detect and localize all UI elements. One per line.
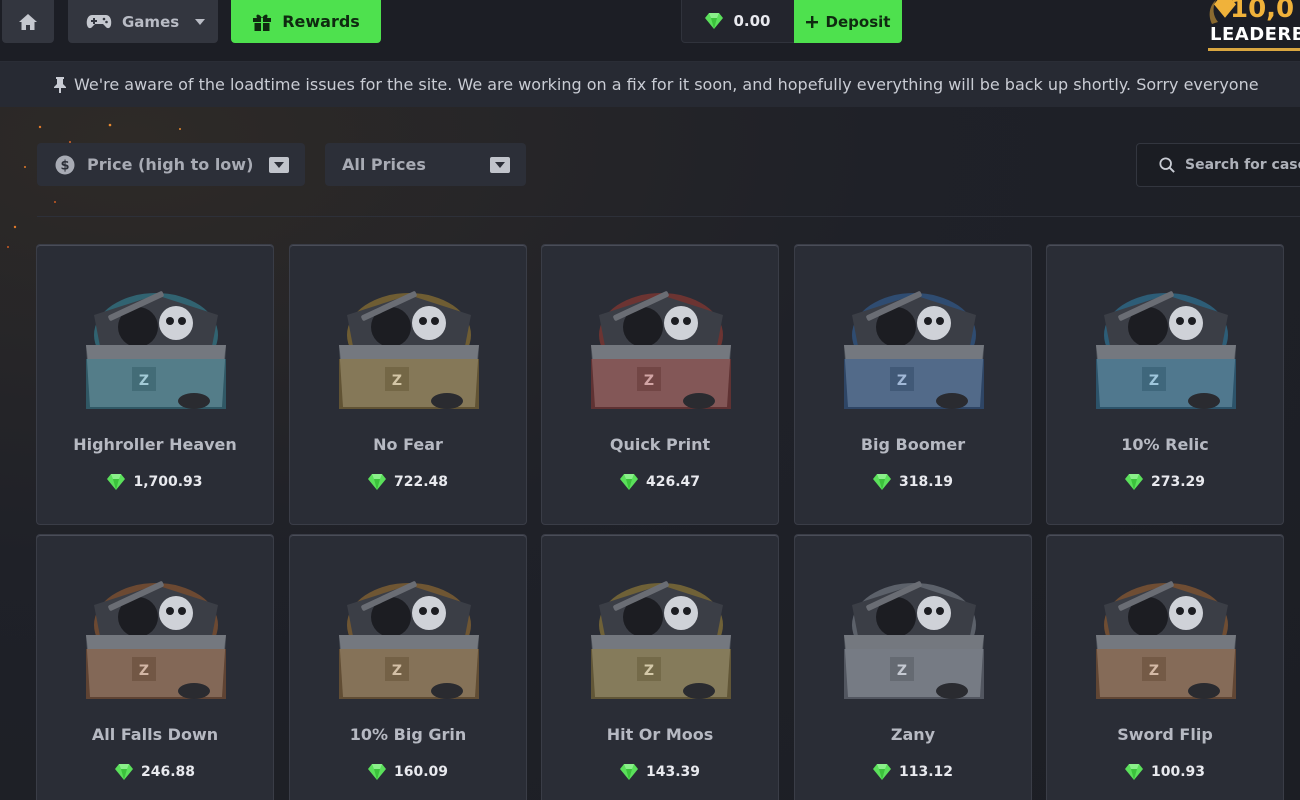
case-image: Z: [591, 581, 731, 699]
case-price: 426.47: [542, 474, 778, 490]
case-name: 10% Big Grin: [349, 725, 467, 744]
pin-icon: [54, 76, 66, 93]
gem-icon: [705, 13, 724, 29]
case-price: 100.93: [1047, 764, 1283, 780]
gem-icon: [107, 474, 126, 490]
gem-icon: [114, 764, 133, 780]
search-input[interactable]: [1185, 157, 1300, 173]
case-name: No Fear: [373, 435, 443, 454]
gem-icon: [1124, 764, 1143, 780]
gamepad-icon: [86, 14, 112, 28]
case-image: Z: [86, 581, 226, 699]
case-name: Quick Print: [609, 435, 711, 454]
gift-icon: [253, 14, 272, 31]
deposit-label: Deposit: [825, 12, 891, 31]
announcement-bar: We're aware of the loadtime issues for t…: [0, 62, 1300, 107]
case-image: Z: [339, 581, 479, 699]
case-name: Zany: [890, 725, 936, 744]
case-price-amount: 100.93: [1150, 764, 1206, 780]
case-card[interactable]: Z All Falls Down 246.88: [36, 534, 274, 800]
case-price-amount: 1,700.93: [133, 474, 203, 490]
gem-icon: [367, 764, 386, 780]
games-dropdown[interactable]: Games: [68, 0, 218, 43]
deposit-button[interactable]: Deposit: [794, 0, 902, 43]
sort-label: Price (high to low): [87, 155, 254, 174]
caret-down-icon: [490, 157, 510, 173]
gem-icon: [619, 474, 638, 490]
case-name: Hit Or Moos: [606, 725, 714, 744]
case-card[interactable]: Z No Fear 722.48: [289, 244, 527, 525]
gem-icon: [619, 764, 638, 780]
case-card[interactable]: Z Quick Print 426.47: [541, 244, 779, 525]
announcement-text: We're aware of the loadtime issues for t…: [74, 75, 1259, 94]
rewards-button[interactable]: Rewards: [231, 0, 381, 43]
case-price-amount: 246.88: [140, 764, 196, 780]
case-card[interactable]: Z Sword Flip 100.93: [1046, 534, 1284, 800]
search-icon: [1159, 157, 1175, 173]
leaderboard-underline: [1208, 48, 1300, 51]
case-image: Z: [844, 291, 984, 409]
case-price: 318.19: [795, 474, 1031, 490]
case-image: Z: [86, 291, 226, 409]
caret-down-icon: [269, 157, 289, 173]
case-price: 722.48: [290, 474, 526, 490]
search-box[interactable]: [1136, 143, 1300, 187]
case-price-amount: 426.47: [645, 474, 701, 490]
case-image: Z: [1096, 581, 1236, 699]
case-price-amount: 273.29: [1150, 474, 1206, 490]
games-label: Games: [122, 12, 180, 31]
case-card[interactable]: Z Big Boomer 318.19: [794, 244, 1032, 525]
case-price: 160.09: [290, 764, 526, 780]
case-image: Z: [591, 291, 731, 409]
balance-display: 0.00: [681, 0, 795, 43]
case-price: 1,700.93: [37, 474, 273, 490]
case-card[interactable]: Z Hit Or Moos 143.39: [541, 534, 779, 800]
home-button[interactable]: [2, 0, 54, 43]
case-name: All Falls Down: [91, 725, 219, 744]
gem-icon: [1124, 474, 1143, 490]
chevron-down-icon: [195, 18, 206, 25]
case-card[interactable]: Z Zany 113.12: [794, 534, 1032, 800]
case-price: 273.29: [1047, 474, 1283, 490]
svg-text:$: $: [60, 158, 69, 173]
home-icon: [19, 13, 37, 30]
leaderboard-label: LEADERB: [1210, 24, 1300, 45]
case-image: Z: [1096, 291, 1236, 409]
dollar-icon: $: [55, 155, 75, 174]
case-name: Big Boomer: [860, 435, 966, 454]
case-price-amount: 160.09: [393, 764, 449, 780]
case-price: 113.12: [795, 764, 1031, 780]
gem-icon: [367, 474, 386, 490]
leaderboard-banner[interactable]: 10,0 LEADERB: [1200, 0, 1300, 60]
case-price-amount: 722.48: [393, 474, 449, 490]
top-navigation-bar: Games Rewards 0.00 Deposit 10,0 LEADERB: [0, 0, 1300, 62]
filter-divider: [37, 216, 1300, 217]
case-name: 10% Relic: [1121, 435, 1209, 454]
leaderboard-amount: 10,0: [1230, 0, 1295, 24]
case-image: Z: [844, 581, 984, 699]
case-price: 143.39: [542, 764, 778, 780]
case-image: Z: [339, 291, 479, 409]
case-card[interactable]: Z Highroller Heaven 1,700.93: [36, 244, 274, 525]
case-price: 246.88: [37, 764, 273, 780]
case-card[interactable]: Z 10% Relic 273.29: [1046, 244, 1284, 525]
rewards-label: Rewards: [282, 12, 360, 31]
sort-dropdown[interactable]: $ Price (high to low): [37, 143, 305, 186]
case-name: Sword Flip: [1117, 725, 1213, 744]
case-name: Highroller Heaven: [73, 435, 237, 454]
case-price-amount: 318.19: [898, 474, 954, 490]
case-price-amount: 113.12: [898, 764, 954, 780]
price-filter-dropdown[interactable]: All Prices: [325, 143, 526, 186]
gem-icon: [872, 474, 891, 490]
balance-amount: 0.00: [733, 12, 771, 30]
price-filter-label: All Prices: [342, 155, 426, 174]
gem-icon: [872, 764, 891, 780]
case-price-amount: 143.39: [645, 764, 701, 780]
plus-icon: [805, 15, 818, 28]
case-card[interactable]: Z 10% Big Grin 160.09: [289, 534, 527, 800]
